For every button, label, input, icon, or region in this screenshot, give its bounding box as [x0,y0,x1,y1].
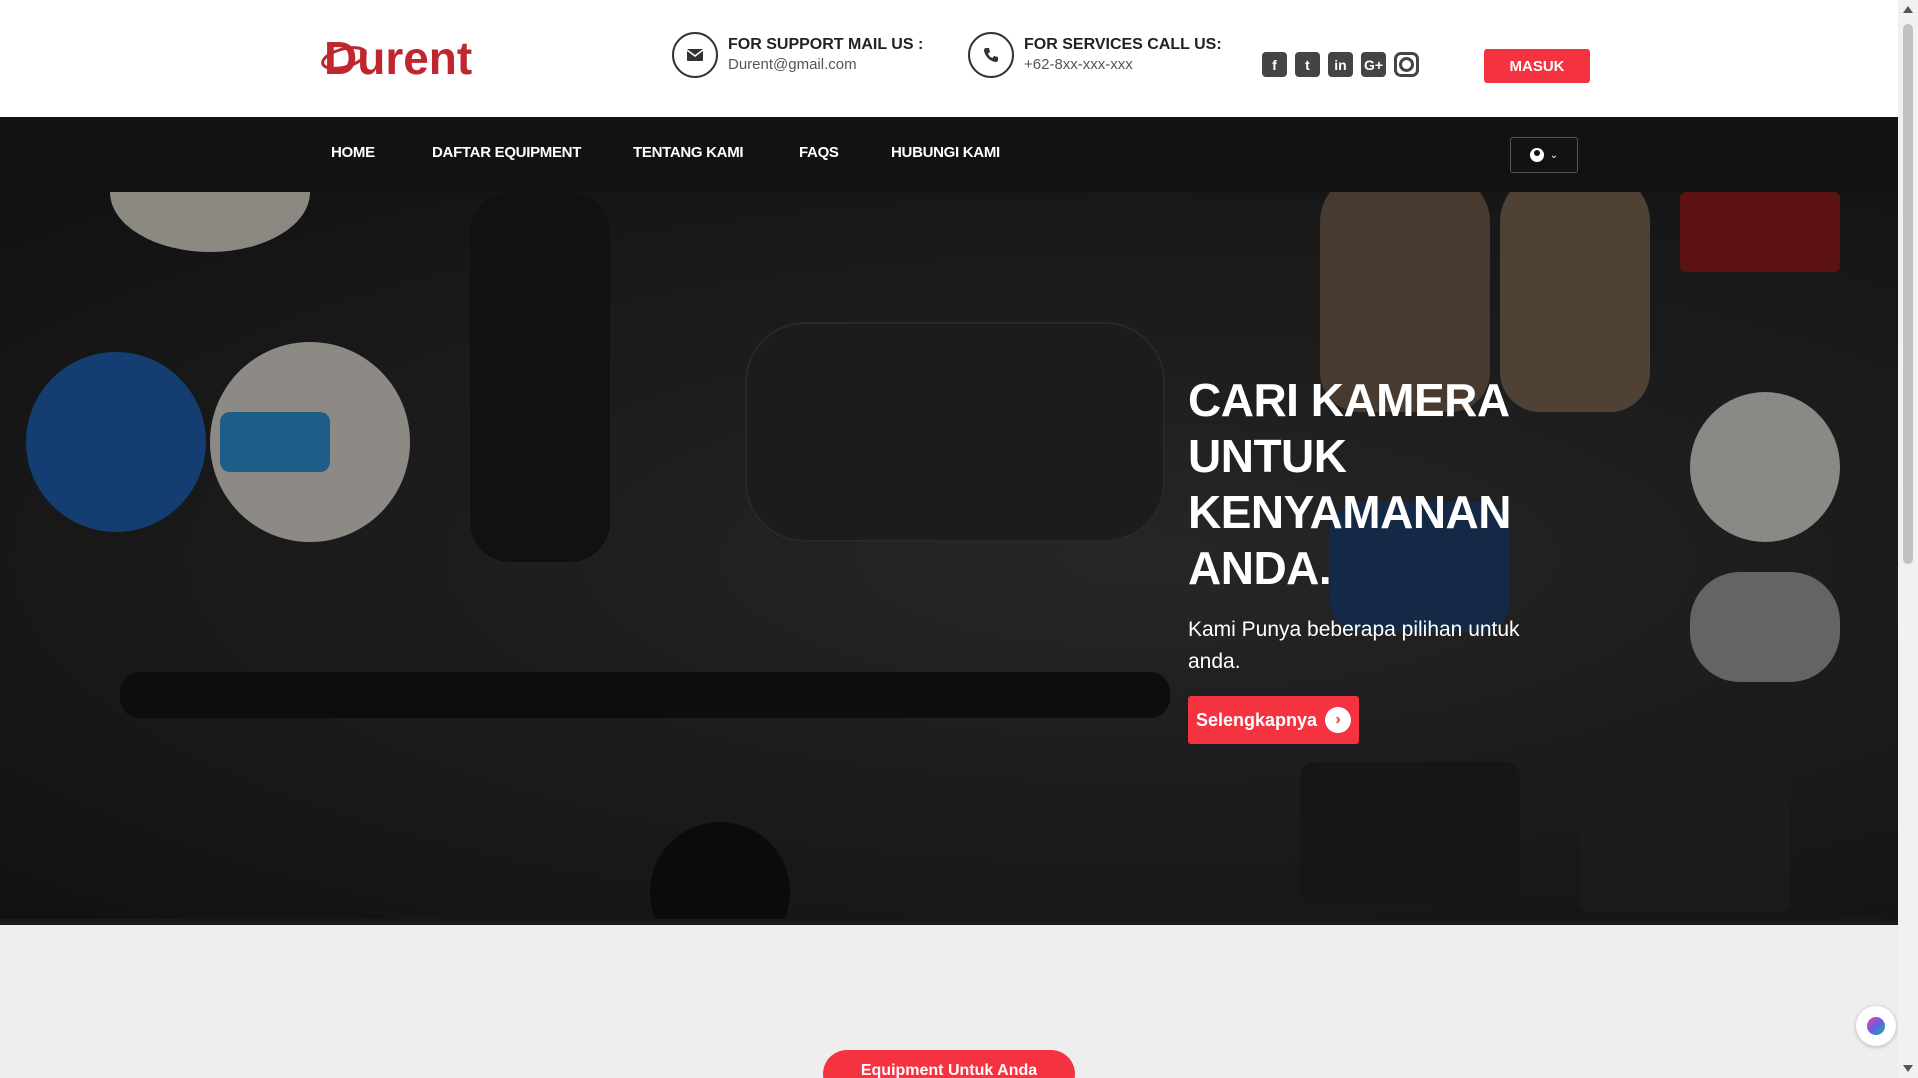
nav-contact[interactable]: HUBUNGI KAMI [891,144,1000,161]
scrollbar-thumb[interactable] [1903,24,1913,564]
main-nav: HOME DAFTAR EQUIPMENT TENTANG KAMI FAQS … [0,117,1898,192]
assistant-widget-icon[interactable] [1856,1006,1896,1046]
learn-more-button[interactable]: Selengkapnya › [1188,696,1360,744]
top-header: Durent FOR SUPPORT MAIL US : Durent@gmai… [0,0,1898,117]
facebook-icon[interactable]: f [1262,52,1287,77]
hero-title: CARI KAMERA UNTUK KENYAMANAN ANDA. [1188,374,1512,594]
scroll-up-icon[interactable] [1903,6,1913,13]
durent-logo[interactable]: Durent [316,28,476,84]
twitter-icon[interactable]: t [1295,52,1320,77]
linkedin-icon[interactable]: in [1328,52,1353,77]
nav-equipment-list[interactable]: DAFTAR EQUIPMENT [432,144,581,161]
support-contact: FOR SUPPORT MAIL US : Durent@gmail.com [672,32,923,78]
shade-overlay [0,192,1898,925]
support-email[interactable]: Durent@gmail.com [728,55,923,75]
phone-icon [968,32,1014,78]
user-menu-button[interactable]: ⌄ [1510,137,1578,173]
scroll-down-icon[interactable] [1903,1065,1913,1072]
logo-text: Durent [324,32,472,84]
services-phone[interactable]: +62-8xx-xxx-xxx [1024,55,1222,75]
instagram-icon[interactable] [1394,52,1419,77]
hero-banner: CARI KAMERA UNTUK KENYAMANAN ANDA. Kami … [0,192,1898,925]
nav-home[interactable]: HOME [331,144,375,161]
envelope-icon [672,32,718,78]
nav-faqs[interactable]: FAQS [799,144,839,161]
hero-bottom-edge [0,919,1898,925]
user-circle-icon [1529,148,1544,162]
social-links: f t in G+ [1262,52,1419,77]
learn-more-label: Selengkapnya [1196,709,1318,730]
section-heading-pill: Equipment Untuk Anda [823,1050,1075,1078]
services-contact: FOR SERVICES CALL US: +62-8xx-xxx-xxx [968,32,1222,78]
google-plus-icon[interactable]: G+ [1361,52,1386,77]
hero-subtitle: Kami Punya beberapa pilihan untuk anda. [1188,618,1520,673]
arrow-right-icon: › [1325,707,1352,733]
login-button[interactable]: MASUK [1484,49,1590,83]
support-title: FOR SUPPORT MAIL US : [728,36,924,53]
nav-about[interactable]: TENTANG KAMI [633,144,744,161]
services-title: FOR SERVICES CALL US: [1024,36,1222,53]
page-scrollbar[interactable] [1898,0,1918,1078]
chevron-down-icon: ⌄ [1549,149,1559,161]
